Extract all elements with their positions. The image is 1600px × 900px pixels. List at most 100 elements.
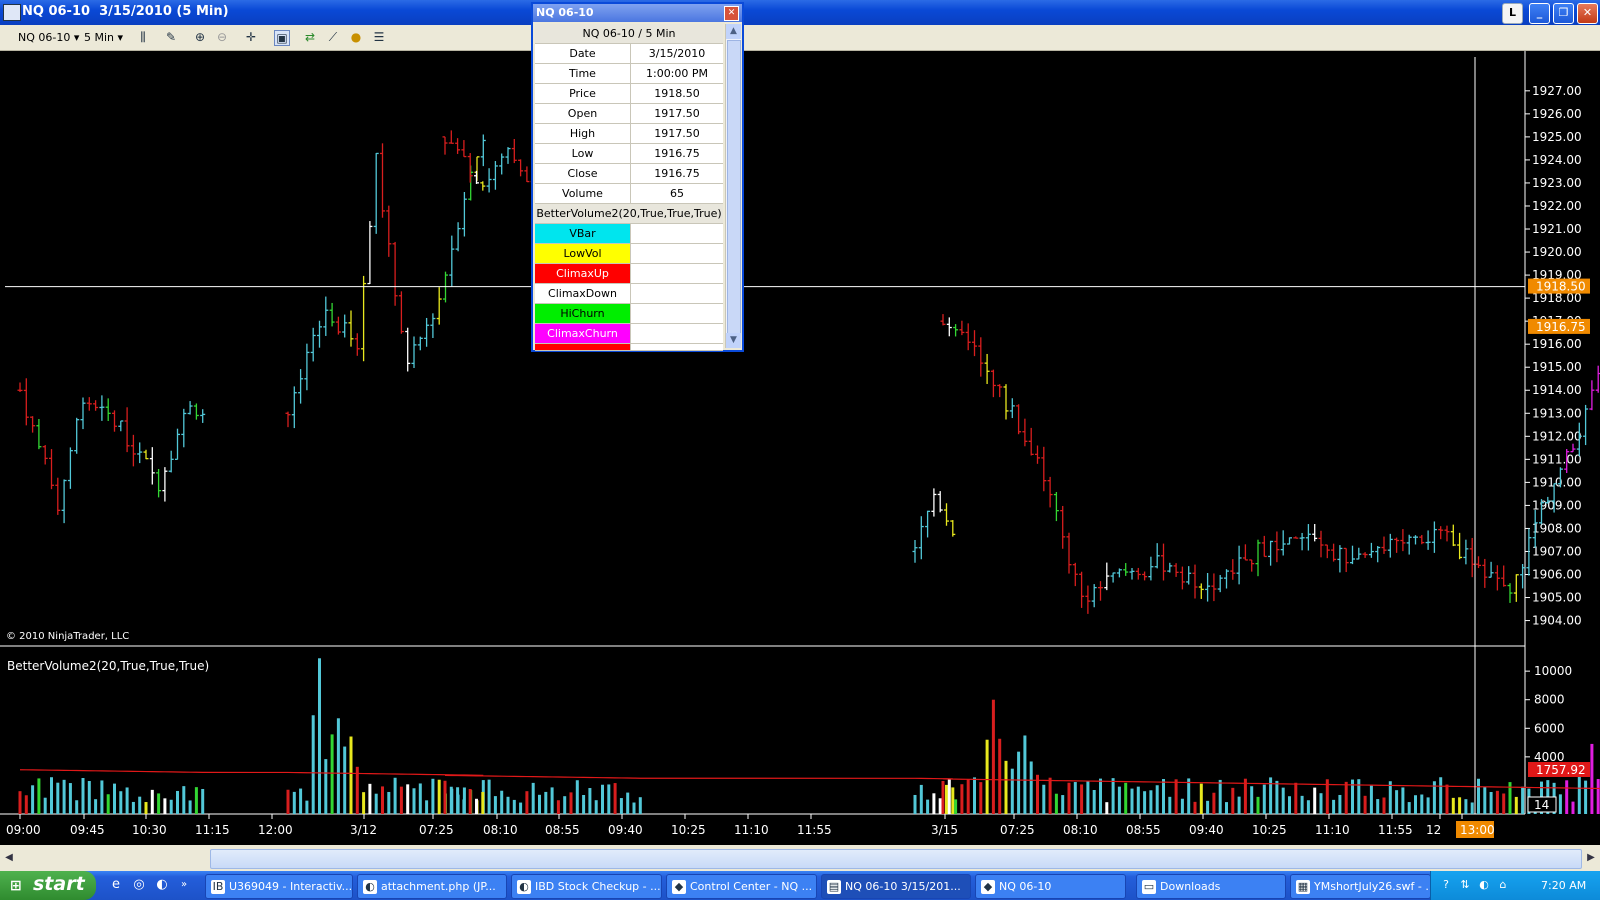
volume-bar bbox=[81, 778, 85, 814]
link-button[interactable]: L bbox=[1502, 3, 1523, 24]
volume-bar bbox=[973, 777, 976, 814]
ie-icon[interactable]: e bbox=[108, 877, 124, 893]
copyright-label: © 2010 NinjaTrader, LLC bbox=[6, 631, 129, 642]
minimize-button[interactable]: _ bbox=[1529, 3, 1550, 24]
data-box-row: Volume 65 bbox=[535, 184, 723, 204]
scroll-down-icon[interactable]: ▼ bbox=[726, 333, 741, 348]
taskbar-item[interactable]: ▤ NQ 06-10 3/15/201... bbox=[821, 874, 971, 899]
volume-bar bbox=[336, 718, 340, 814]
data-box-toggle-icon[interactable]: ▣ bbox=[274, 30, 290, 46]
volume-bar bbox=[418, 783, 422, 814]
volume-bar bbox=[1458, 797, 1462, 814]
volume-bar bbox=[1521, 786, 1525, 814]
bar-style-icon[interactable]: ⫼ bbox=[136, 30, 150, 44]
indicator-label: LowVol bbox=[535, 244, 631, 263]
clock: 7:20 AM bbox=[1541, 879, 1587, 892]
volume-bar bbox=[144, 802, 148, 814]
volume-bar bbox=[1067, 782, 1071, 814]
volume-bar bbox=[1376, 799, 1380, 814]
data-box-scrollbar[interactable]: ▲ ▼ bbox=[725, 24, 741, 348]
volume-bar bbox=[1143, 791, 1147, 814]
volume-bar bbox=[1206, 800, 1210, 814]
close-icon[interactable]: ✕ bbox=[724, 6, 739, 21]
volume-bar bbox=[324, 759, 328, 814]
volume-bar bbox=[94, 799, 98, 814]
volume-bar bbox=[947, 779, 951, 814]
volume-bar bbox=[1099, 778, 1102, 814]
volume-bar bbox=[512, 799, 516, 814]
volume-bar bbox=[106, 794, 110, 814]
zoom-out-icon[interactable]: ⊖ bbox=[215, 30, 229, 44]
volume-indicator-title: BetterVolume2(20,True,True,True) bbox=[7, 659, 209, 673]
taskbar-item[interactable]: ◆ Control Center - NQ ... bbox=[666, 874, 817, 899]
firefox-icon[interactable]: ◐ bbox=[154, 877, 170, 893]
taskbar-item[interactable]: ▦ YMshortJuly26.swf - ... bbox=[1290, 874, 1431, 899]
volume-bar bbox=[343, 746, 347, 814]
taskbar-item[interactable]: ◆ NQ 06-10 bbox=[975, 874, 1126, 899]
data-box-titlebar[interactable]: NQ 06-10 ✕ bbox=[533, 4, 742, 22]
x-tick-label: 11:55 bbox=[797, 823, 832, 837]
title-bar: NQ 06-10 3/15/2010 (5 Min) L _ ❐ ✕ bbox=[0, 0, 1600, 25]
volume-bar bbox=[449, 786, 453, 814]
chart-trader-icon[interactable]: ⟋ bbox=[326, 30, 340, 44]
taskbar-item[interactable]: ▭ Downloads bbox=[1136, 874, 1286, 899]
taskbar-item[interactable]: ◐ attachment.php (JP... bbox=[357, 874, 507, 899]
scroll-up-icon[interactable]: ▲ bbox=[726, 24, 741, 39]
taskbar-item[interactable]: ◐ IBD Stock Checkup - ... bbox=[511, 874, 662, 899]
volume-bar bbox=[1584, 780, 1588, 814]
last-price-label: 1916.75 bbox=[1536, 320, 1586, 334]
volume-bar bbox=[437, 779, 441, 814]
chart-canvas[interactable]: 1927.00 1926.00 1925.00 1924.00 1923.00 1922.… bbox=[0, 51, 1600, 845]
chevron-right-icon[interactable]: » bbox=[176, 877, 192, 893]
volume-bar bbox=[1300, 795, 1304, 814]
strategy-icon[interactable]: ⇄ bbox=[303, 30, 317, 44]
volume-bar bbox=[1054, 793, 1058, 814]
chart-scrollbar[interactable]: ◀ ▶ bbox=[0, 845, 1600, 871]
x-tick-label: 08:10 bbox=[1063, 823, 1098, 837]
instrument-selector[interactable]: NQ 06-10 ▾ bbox=[18, 31, 79, 44]
volume-bar bbox=[1117, 786, 1121, 814]
volume-bar bbox=[1395, 790, 1399, 814]
volume-bar bbox=[1338, 794, 1342, 814]
close-button[interactable]: ✕ bbox=[1577, 3, 1598, 24]
scroll-right-icon[interactable]: ▶ bbox=[1584, 848, 1598, 868]
volume-bar bbox=[632, 802, 636, 814]
volume-bar bbox=[1464, 799, 1468, 814]
data-series-icon[interactable]: ● bbox=[349, 30, 363, 44]
crosshair-icon[interactable]: ✛ bbox=[244, 30, 258, 44]
indicator-value bbox=[631, 284, 723, 303]
taskbar-item[interactable]: IB U369049 - Interactiv... bbox=[205, 874, 353, 899]
outlook-icon[interactable]: ◎ bbox=[131, 877, 147, 893]
chart-area[interactable]: 1927.00 1926.00 1925.00 1924.00 1923.00 1922.… bbox=[0, 51, 1600, 845]
scroll-left-icon[interactable]: ◀ bbox=[2, 848, 16, 868]
y-tick-label: 1927.00 bbox=[1532, 84, 1582, 98]
arrow-icon[interactable]: ⇅ bbox=[1458, 878, 1472, 892]
y-tick-label: 1923.00 bbox=[1532, 176, 1582, 190]
x-tick-label: 10:25 bbox=[1252, 823, 1287, 837]
network-icon[interactable]: ◐ bbox=[1477, 878, 1491, 892]
volume-bar bbox=[1243, 778, 1247, 814]
scroll-thumb[interactable] bbox=[210, 849, 1582, 869]
maximize-button[interactable]: ❐ bbox=[1553, 3, 1574, 24]
volume-bar bbox=[1029, 761, 1033, 814]
volume-bar bbox=[487, 779, 491, 814]
data-box-window[interactable]: NQ 06-10 ✕ NQ 06-10 / 5 Min Date 3/15/2010… bbox=[531, 2, 744, 352]
drawing-tools-icon[interactable]: ✎ bbox=[164, 30, 178, 44]
help-icon[interactable]: ? bbox=[1439, 878, 1453, 892]
volume-bar bbox=[626, 792, 630, 814]
taskbar-item-label: YMshortJuly26.swf - ... bbox=[1314, 880, 1431, 893]
data-box-row: Date 3/15/2010 bbox=[535, 44, 723, 64]
data-box-row: Low 1916.75 bbox=[535, 144, 723, 164]
properties-icon[interactable]: ☰ bbox=[372, 30, 386, 44]
interval-label: 5 Min bbox=[84, 31, 115, 44]
interval-selector[interactable]: 5 Min ▾ bbox=[84, 31, 123, 44]
volume-bar bbox=[525, 791, 529, 814]
indicator-label bbox=[535, 344, 631, 350]
indicator-label: ClimaxDown bbox=[535, 284, 631, 303]
acrobat-icon[interactable]: ⌂ bbox=[1496, 878, 1510, 892]
volume-bar bbox=[1174, 779, 1178, 814]
scroll-thumb[interactable] bbox=[727, 40, 741, 342]
start-button[interactable]: ⊞ start bbox=[0, 871, 96, 900]
volume-bar bbox=[393, 777, 397, 814]
zoom-in-icon[interactable]: ⊕ bbox=[193, 30, 207, 44]
